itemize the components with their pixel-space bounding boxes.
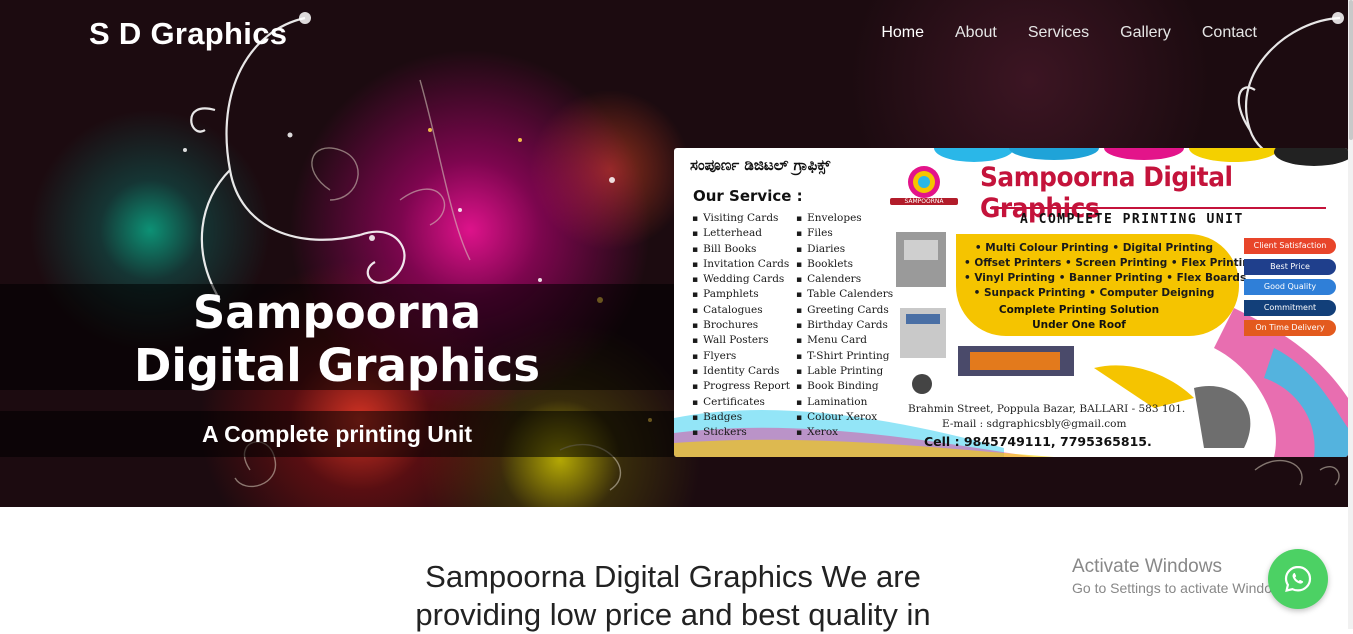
solution-line: Complete Printing Solution — [998, 304, 1160, 316]
company-tagline: A COMPLETE PRINTING UNIT — [1020, 212, 1244, 227]
navbar: S D Graphics Home About Services Gallery… — [0, 0, 1353, 68]
hero-section: Sampoorna Digital Graphics A Complete pr… — [0, 0, 1353, 507]
service-item: Menu Card — [796, 333, 893, 348]
service-item: Greeting Cards — [796, 303, 893, 318]
feature-pill: Good Quality — [1244, 279, 1336, 295]
company-banner: ಸಂಪೂರ್ಣ ಡಿಜಿಟಲ್ ಗ್ರಾಫಿಕ್ಸ್ SAMPOORNA Sam… — [674, 148, 1348, 457]
service-item: Calenders — [796, 272, 893, 287]
service-item: Table Calenders — [796, 287, 893, 302]
hero-title-line-2: Digital Graphics — [133, 339, 540, 392]
content-heading-line-1: Sampoorna Digital Graphics We are — [425, 559, 921, 594]
hero-title-line-1: Sampoorna — [192, 286, 482, 339]
service-item: Flyers — [692, 349, 790, 364]
activate-subtitle: Go to Settings to activate Windows. — [1072, 580, 1293, 596]
brand-logo[interactable]: S D Graphics — [89, 16, 287, 52]
service-item: Lamination — [796, 395, 893, 410]
kannada-title: ಸಂಪೂರ್ಣ ಡಿಜಿಟಲ್ ಗ್ರಾಫಿಕ್ಸ್ — [690, 156, 831, 174]
activate-windows-watermark: Activate Windows Go to Settings to activ… — [1072, 556, 1293, 596]
feature-pill: Best Price — [1244, 259, 1336, 275]
whatsapp-button[interactable] — [1268, 549, 1328, 609]
nav-link-contact[interactable]: Contact — [1202, 24, 1257, 42]
service-heading: Our Service : — [693, 187, 803, 205]
service-item: Badges — [692, 410, 790, 425]
nav-links: Home About Services Gallery Contact — [881, 24, 1257, 42]
service-item: Identity Cards — [692, 364, 790, 379]
nav-link-gallery[interactable]: Gallery — [1120, 24, 1171, 42]
tagline-divider — [990, 207, 1326, 209]
service-item: Diaries — [796, 242, 893, 257]
service-item: Book Binding — [796, 379, 893, 394]
service-item: Wedding Cards — [692, 272, 790, 287]
nav-link-about[interactable]: About — [955, 24, 997, 42]
company-logo — [908, 166, 940, 198]
whatsapp-icon — [1284, 565, 1312, 592]
service-item: Birthday Cards — [796, 318, 893, 333]
service-item: Bill Books — [692, 242, 790, 257]
printing-line: • Vinyl Printing • Banner Printing • Fle… — [964, 272, 1247, 284]
hero-title: Sampoorna Digital Graphics — [0, 286, 674, 392]
service-item: Pamphlets — [692, 287, 790, 302]
service-item: Brochures — [692, 318, 790, 333]
hero-subtitle: A Complete printing Unit — [201, 421, 472, 447]
activate-title: Activate Windows — [1072, 556, 1222, 577]
content-heading: Sampoorna Digital Graphics We are provid… — [373, 558, 973, 634]
printing-line: • Multi Colour Printing • Digital Printi… — [974, 242, 1214, 254]
scrollbar-thumb[interactable] — [1349, 0, 1353, 140]
service-item: Catalogues — [692, 303, 790, 318]
service-item: Stickers — [692, 425, 790, 440]
address-text: Brahmin Street, Poppula Bazar, BALLARI -… — [908, 403, 1186, 415]
feature-pill: Client Satisfaction — [1244, 238, 1336, 254]
service-item: Progress Report — [692, 379, 790, 394]
service-item: Envelopes — [796, 211, 893, 226]
solution-line: Under One Roof — [1032, 319, 1126, 331]
content-heading-line-2: providing low price and best quality in — [415, 597, 931, 632]
service-list-1: Visiting CardsLetterheadBill BooksInvita… — [692, 211, 790, 440]
phone-text: Cell : 9845749111, 7795365815. — [924, 434, 1152, 449]
service-item: Wall Posters — [692, 333, 790, 348]
feature-pill: On Time Delivery — [1244, 320, 1336, 336]
service-item: Invitation Cards — [692, 257, 790, 272]
service-item: Booklets — [796, 257, 893, 272]
printing-line: • Offset Printers • Screen Printing • Fl… — [964, 257, 1258, 269]
service-item: Certificates — [692, 395, 790, 410]
feature-pill: Commitment — [1244, 300, 1336, 316]
logo-label: SAMPOORNA — [890, 198, 958, 205]
printing-line: • Sunpack Printing • Computer Deigning — [973, 287, 1215, 299]
nav-link-home[interactable]: Home — [881, 24, 924, 42]
service-list-2: EnvelopesFilesDiariesBookletsCalendersTa… — [796, 211, 893, 440]
service-item: T-Shirt Printing — [796, 349, 893, 364]
service-item: Visiting Cards — [692, 211, 790, 226]
service-item: Files — [796, 226, 893, 241]
service-item: Letterhead — [692, 226, 790, 241]
email-text: E-mail : sdgraphicsbly@gmail.com — [942, 418, 1127, 430]
nav-link-services[interactable]: Services — [1028, 24, 1089, 42]
service-item: Colour Xerox — [796, 410, 893, 425]
service-item: Lable Printing — [796, 364, 893, 379]
service-item: Xerox — [796, 425, 893, 440]
